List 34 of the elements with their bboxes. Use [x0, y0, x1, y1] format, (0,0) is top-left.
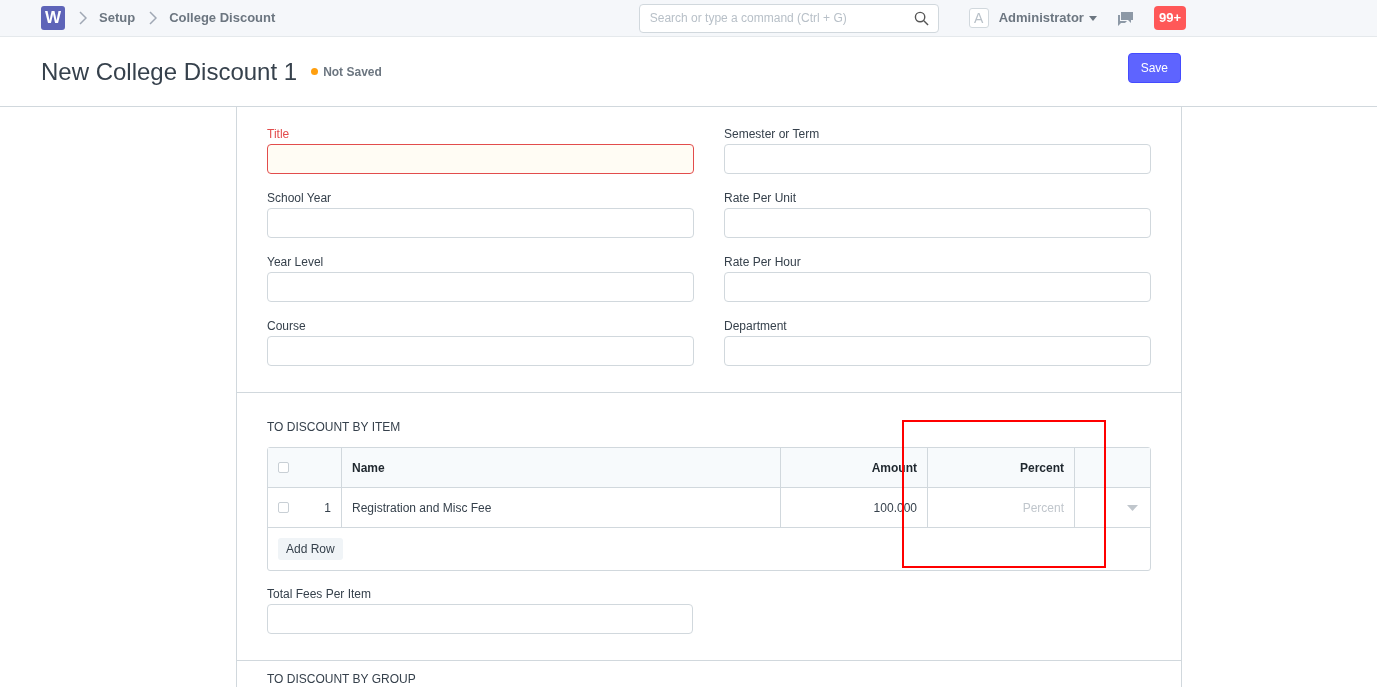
section-heading: TO DISCOUNT BY GROUP: [267, 671, 417, 687]
field-label: Title: [267, 126, 291, 142]
column-header: Percent: [928, 448, 1075, 487]
search-icon: [913, 10, 929, 26]
column-header: Name: [342, 448, 781, 487]
field-label: Semester or Term: [724, 126, 821, 142]
field-label: Rate Per Hour: [724, 254, 802, 270]
checkbox[interactable]: [278, 502, 289, 513]
search-field[interactable]: Search or type a command (Ctrl + G): [638, 3, 939, 33]
save-button[interactable]: Save: [1127, 53, 1181, 83]
row-number: 1: [324, 499, 331, 517]
notification-badge[interactable]: 99+: [1153, 6, 1186, 30]
chevron-right-icon: [149, 11, 158, 25]
checkbox[interactable]: [278, 462, 289, 473]
table-cell: Registration and Misc Fee: [342, 488, 781, 527]
add-row-button[interactable]: Add Row: [278, 538, 343, 560]
field-label: Course: [267, 318, 307, 334]
chat-icon[interactable]: [1116, 10, 1134, 26]
breadcrumb-link[interactable]: College Discount: [169, 8, 276, 28]
field-label: Year Level: [267, 254, 325, 270]
caret-icon: [1088, 15, 1097, 21]
breadcrumb-link[interactable]: Setup: [99, 8, 136, 28]
page-title: New College Discount 1: [41, 56, 298, 87]
chevron-right-icon: [79, 11, 87, 25]
user-menu[interactable]: Administrator: [998, 8, 1097, 28]
field-label: Department: [724, 318, 788, 334]
input-field[interactable]: [267, 144, 694, 174]
field-label: School Year: [267, 190, 333, 206]
app-logo[interactable]: W: [41, 6, 65, 30]
status-label: Not Saved: [323, 63, 382, 81]
field-label: Rate Per Unit: [724, 190, 798, 206]
caret-icon[interactable]: [1127, 504, 1138, 511]
section-heading: TO DISCOUNT BY ITEM: [267, 419, 402, 435]
field-label: Total Fees Per Item: [267, 586, 373, 602]
